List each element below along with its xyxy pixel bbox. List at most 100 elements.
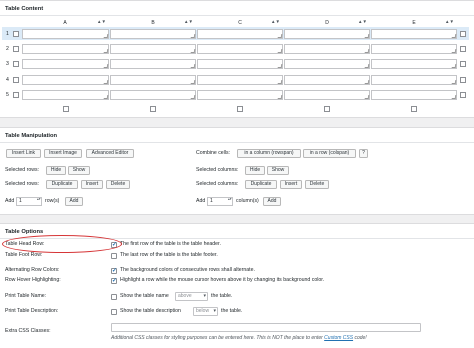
- table-cell[interactable]: [197, 59, 283, 69]
- print-table-description-checkbox[interactable]: [111, 309, 117, 315]
- row-select-checkbox[interactable]: [13, 77, 19, 83]
- add-columns-label: Add: [196, 198, 206, 204]
- show-rows-button[interactable]: Show: [68, 166, 90, 175]
- extra-css-help-prefix: Additional CSS classes for styling purpo…: [111, 335, 323, 341]
- show-columns-button[interactable]: Show: [267, 166, 289, 175]
- delete-columns-button[interactable]: Delete: [305, 180, 329, 189]
- sort-icon[interactable]: ▲▼: [184, 19, 193, 24]
- table-content-panel: Table Content A B C D E ▲▼ ▲▼ ▲▼ ▲▼ ▲▼ 1…: [0, 0, 474, 118]
- row-number: 4: [6, 77, 9, 83]
- duplicate-columns-button[interactable]: Duplicate: [245, 180, 277, 189]
- row-select-checkbox[interactable]: [13, 61, 19, 67]
- table-cell[interactable]: [22, 90, 109, 100]
- selected-rows-label: Selected rows:: [5, 167, 40, 173]
- table-cell[interactable]: [371, 59, 457, 69]
- insert-link-button[interactable]: Insert Link: [6, 149, 41, 158]
- table-cell[interactable]: [284, 75, 370, 85]
- print-table-description-position-select[interactable]: below: [193, 307, 218, 316]
- delete-rows-button[interactable]: Delete: [106, 180, 130, 189]
- table-cell[interactable]: [22, 29, 109, 39]
- add-rows-button[interactable]: Add: [65, 197, 83, 206]
- table-cell[interactable]: [197, 29, 283, 39]
- column-select-checkbox[interactable]: [411, 106, 417, 112]
- sort-icon[interactable]: ▲▼: [358, 19, 367, 24]
- insert-rows-button[interactable]: Insert: [81, 180, 103, 189]
- row-number: 2: [6, 46, 9, 52]
- extra-css-help-text: Additional CSS classes for styling purpo…: [111, 335, 367, 342]
- combine-rowspan-button[interactable]: in a column (rowspan): [237, 149, 301, 158]
- row-select-checkbox[interactable]: [13, 31, 19, 37]
- table-cell[interactable]: [371, 29, 457, 39]
- table-cell[interactable]: [22, 44, 109, 54]
- extra-css-classes-label: Extra CSS Classes:: [5, 328, 51, 334]
- help-button[interactable]: ?: [359, 149, 368, 158]
- column-select-checkbox[interactable]: [63, 106, 69, 112]
- rows-suffix-label: row(s): [45, 198, 60, 204]
- table-cell[interactable]: [22, 59, 109, 69]
- table-cell[interactable]: [22, 75, 109, 85]
- add-columns-button[interactable]: Add: [263, 197, 281, 206]
- print-table-name-position-select[interactable]: above: [175, 292, 208, 301]
- print-table-name-checkbox[interactable]: [111, 294, 117, 300]
- table-cell[interactable]: [110, 44, 196, 54]
- selected-columns-label: Selected columns:: [196, 181, 239, 187]
- table-cell[interactable]: [371, 44, 457, 54]
- advanced-editor-button[interactable]: Advanced Editor: [86, 149, 134, 158]
- selected-columns-label: Selected columns:: [196, 167, 239, 173]
- duplicate-rows-button[interactable]: Duplicate: [46, 180, 78, 189]
- table-manipulation-title: Table Manipulation: [5, 133, 58, 139]
- row-number: 5: [6, 92, 9, 98]
- sort-icon[interactable]: ▲▼: [97, 19, 106, 24]
- table-cell[interactable]: [284, 29, 370, 39]
- column-select-checkbox[interactable]: [324, 106, 330, 112]
- table-cell[interactable]: [284, 59, 370, 69]
- table-cell[interactable]: [284, 90, 370, 100]
- table-cell[interactable]: [197, 75, 283, 85]
- print-table-description-label: Print Table Description:: [5, 308, 59, 314]
- alternating-row-colors-checkbox[interactable]: [111, 267, 117, 274]
- row-end-checkbox[interactable]: [460, 61, 466, 67]
- alternating-row-colors-text: The background colors of consecutive row…: [120, 267, 255, 273]
- row-end-checkbox[interactable]: [460, 46, 466, 52]
- hide-columns-button[interactable]: Hide: [245, 166, 265, 175]
- row-end-checkbox[interactable]: [460, 77, 466, 83]
- table-cell[interactable]: [197, 90, 283, 100]
- divider: [0, 142, 474, 143]
- row-number: 3: [6, 61, 9, 67]
- table-cell[interactable]: [110, 90, 196, 100]
- row-number: 1: [6, 31, 9, 37]
- row-end-checkbox[interactable]: [460, 31, 466, 37]
- table-cell[interactable]: [371, 90, 457, 100]
- table-manipulation-panel: Table Manipulation Insert Link Insert Im…: [0, 127, 474, 215]
- table-foot-row-label: Table Foot Row:: [5, 252, 43, 258]
- column-select-checkbox[interactable]: [237, 106, 243, 112]
- table-cell[interactable]: [110, 59, 196, 69]
- row-select-checkbox[interactable]: [13, 46, 19, 52]
- custom-css-link[interactable]: Custom CSS: [324, 335, 353, 341]
- add-columns-input[interactable]: 1: [207, 197, 233, 206]
- table-cell[interactable]: [110, 75, 196, 85]
- insert-image-button[interactable]: Insert Image: [44, 149, 82, 158]
- extra-css-help-suffix: code!: [354, 335, 367, 341]
- row-hover-checkbox[interactable]: [111, 277, 117, 284]
- columns-suffix-label: column(s): [236, 198, 259, 204]
- table-cell[interactable]: [284, 44, 370, 54]
- combine-colspan-button[interactable]: in a row (colspan): [303, 149, 356, 158]
- insert-columns-button[interactable]: Insert: [280, 180, 302, 189]
- print-table-description-suffix: the table.: [221, 308, 243, 314]
- hide-rows-button[interactable]: Hide: [46, 166, 66, 175]
- extra-css-classes-input[interactable]: [111, 323, 421, 332]
- table-cell[interactable]: [110, 29, 196, 39]
- column-select-checkbox[interactable]: [150, 106, 156, 112]
- selected-rows-label: Selected rows:: [5, 181, 40, 187]
- table-cell[interactable]: [371, 75, 457, 85]
- row-select-checkbox[interactable]: [13, 92, 19, 98]
- sort-icon[interactable]: ▲▼: [445, 19, 454, 24]
- table-foot-row-checkbox[interactable]: [111, 253, 117, 259]
- table-cell[interactable]: [197, 44, 283, 54]
- combine-cells-label: Combine cells:: [196, 150, 231, 156]
- row-end-checkbox[interactable]: [460, 92, 466, 98]
- add-rows-input[interactable]: 1: [16, 197, 42, 206]
- row-hover-label: Row Hover Highlighting:: [5, 277, 61, 283]
- sort-icon[interactable]: ▲▼: [271, 19, 280, 24]
